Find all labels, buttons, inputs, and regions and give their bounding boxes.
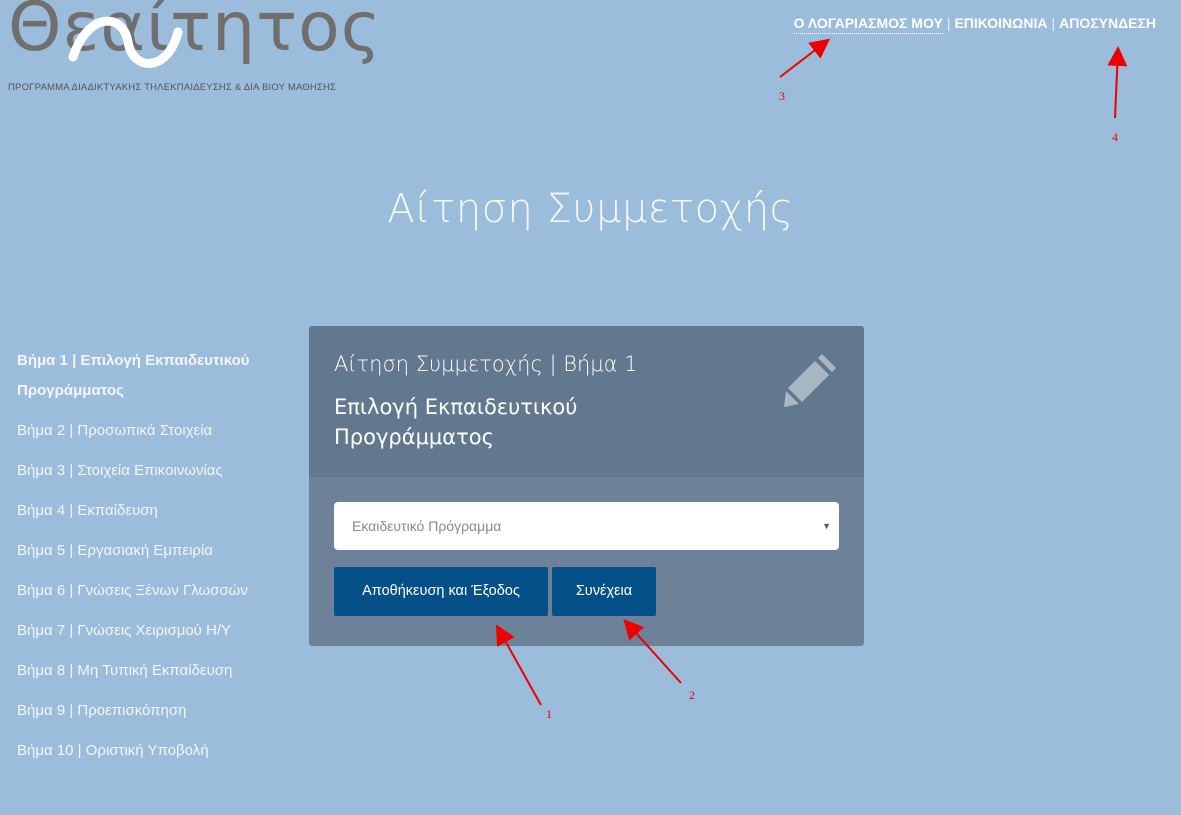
pencil-icon: [784, 354, 836, 407]
step-4-link[interactable]: Βήμα 4 | Εκπαίδευση: [17, 496, 277, 526]
annotation-arrow-3: [779, 38, 831, 78]
step-8-link[interactable]: Βήμα 8 | Μη Τυπική Εκπαίδευση: [17, 656, 277, 686]
application-card: Αίτηση Συμμετοχής | Βήμα 1 Επιλογή Εκπαι…: [309, 326, 864, 646]
step-6-link[interactable]: Βήμα 6 | Γνώσεις Ξένων Γλωσσών: [17, 576, 277, 606]
nav-my-account-link[interactable]: Ο ΛΟΓΑΡΙΑΣΜΟΣ ΜΟΥ: [793, 15, 943, 34]
card-header: Αίτηση Συμμετοχής | Βήμα 1 Επιλογή Εκπαι…: [309, 326, 864, 477]
annotation-label-1: 1: [546, 707, 552, 721]
nav-logout-link[interactable]: ΑΠΟΣΥΝΔΕΣΗ: [1059, 15, 1156, 31]
step-9-link[interactable]: Βήμα 9 | Προεπισκόπηση: [17, 696, 277, 726]
chevron-down-icon: ▼: [822, 521, 831, 531]
logo-swoosh-icon: [68, 16, 183, 68]
program-select[interactable]: Εκαιδευτικό Πρόγραμμα ▼: [334, 502, 839, 550]
step-7-link[interactable]: Βήμα 7 | Γνώσεις Χειρισμού Η/Υ: [17, 616, 277, 646]
steps-sidebar: Βήμα 1 | Επιλογή Εκπαιδευτικού Προγράμμα…: [17, 346, 277, 776]
nav-separator: |: [946, 15, 951, 31]
nav-separator: |: [1051, 15, 1056, 31]
program-select-placeholder: Εκαιδευτικό Πρόγραμμα: [352, 518, 502, 534]
continue-button[interactable]: Συνέχεια: [552, 567, 656, 616]
annotation-label-4: 4: [1112, 130, 1118, 144]
step-10-link[interactable]: Βήμα 10 | Οριστική Υποβολή: [17, 736, 277, 766]
annotation-label-2: 2: [689, 688, 695, 702]
page-title: Αίτηση Συμμετοχής: [387, 186, 794, 232]
site-logo[interactable]: Θεαίτητος ΠΡΟΓΡΑΜΜΑ ΔΙΑΔΙΚΤΥΑΚΗΣ ΤΗΛΕΚΠΑ…: [8, 0, 381, 100]
card-title: Αίτηση Συμμετοχής | Βήμα 1: [334, 352, 638, 376]
step-3-link[interactable]: Βήμα 3 | Στοιχεία Επικοινωνίας: [17, 456, 277, 486]
save-and-exit-button[interactable]: Αποθήκευση και Έξοδος: [334, 567, 548, 616]
top-nav: Ο ΛΟΓΑΡΙΑΣΜΟΣ ΜΟΥ | ΕΠΙΚΟΙΝΩΝΙΑ | ΑΠΟΣΥΝΔΕΣΗ: [793, 15, 1156, 34]
step-1-link[interactable]: Βήμα 1 | Επιλογή Εκπαιδευτικού Προγράμμα…: [17, 346, 277, 406]
logo-wordmark: Θεαίτητος: [8, 0, 382, 67]
step-2-link[interactable]: Βήμα 2 | Προσωπικά Στοιχεία: [17, 416, 277, 446]
annotation-arrow-4: [1107, 46, 1128, 119]
step-5-link[interactable]: Βήμα 5 | Εργασιακή Εμπειρία: [17, 536, 277, 566]
logo-subtitle: ΠΡΟΓΡΑΜΜΑ ΔΙΑΔΙΚΤΥΑΚΗΣ ΤΗΛΕΚΠΑΙΔΕΥΣΗΣ & …: [8, 82, 337, 93]
nav-contact-link[interactable]: ΕΠΙΚΟΙΝΩΝΙΑ: [954, 15, 1047, 31]
card-subtitle: Επιλογή Εκπαιδευτικού Προγράμματος: [334, 395, 578, 449]
annotation-label-3: 3: [779, 89, 785, 103]
